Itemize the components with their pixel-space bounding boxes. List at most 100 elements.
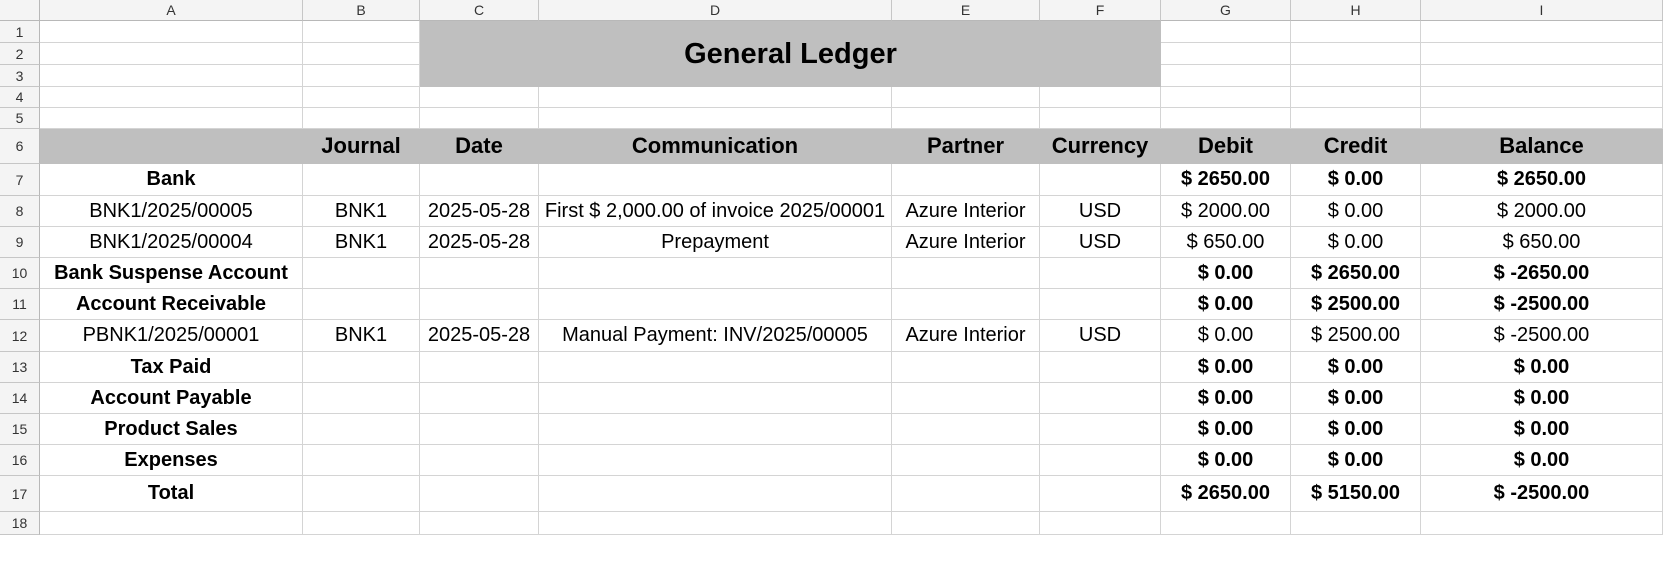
cell-g3[interactable] <box>1161 65 1291 87</box>
cell-i4[interactable] <box>1421 87 1663 108</box>
ledger-cell-a17[interactable]: Total <box>40 476 303 512</box>
header-balance[interactable]: Balance <box>1421 129 1663 164</box>
header-partner[interactable]: Partner <box>892 129 1040 164</box>
cell-g4[interactable] <box>1161 87 1291 108</box>
row-header-8[interactable]: 8 <box>0 196 40 227</box>
ledger-cell-i9[interactable]: $ 650.00 <box>1421 227 1663 258</box>
row-header-12[interactable]: 12 <box>0 320 40 352</box>
row-header-3[interactable]: 3 <box>0 65 40 87</box>
ledger-cell-g11[interactable]: $ 0.00 <box>1161 289 1291 320</box>
ledger-cell-b14[interactable] <box>303 383 420 414</box>
cell-b3[interactable] <box>303 65 420 87</box>
ledger-cell-i13[interactable]: $ 0.00 <box>1421 352 1663 383</box>
ledger-cell-a12[interactable]: PBNK1/2025/00001 <box>40 320 303 352</box>
column-header-d[interactable]: D <box>539 0 892 21</box>
row-header-4[interactable]: 4 <box>0 87 40 108</box>
ledger-cell-c7[interactable] <box>420 164 539 196</box>
ledger-cell-a10[interactable]: Bank Suspense Account <box>40 258 303 289</box>
cell-g5[interactable] <box>1161 108 1291 129</box>
cell-a5[interactable] <box>40 108 303 129</box>
row-header-6[interactable]: 6 <box>0 129 40 164</box>
ledger-cell-a16[interactable]: Expenses <box>40 445 303 476</box>
ledger-cell-d12[interactable]: Manual Payment: INV/2025/00005 <box>539 320 892 352</box>
ledger-cell-d13[interactable] <box>539 352 892 383</box>
ledger-cell-f13[interactable] <box>1040 352 1161 383</box>
ledger-cell-d17[interactable] <box>539 476 892 512</box>
cell-d18[interactable] <box>539 512 892 535</box>
ledger-cell-b9[interactable]: BNK1 <box>303 227 420 258</box>
ledger-cell-i12[interactable]: $ -2500.00 <box>1421 320 1663 352</box>
ledger-cell-f11[interactable] <box>1040 289 1161 320</box>
ledger-cell-d9[interactable]: Prepayment <box>539 227 892 258</box>
ledger-cell-c13[interactable] <box>420 352 539 383</box>
cell-c5[interactable] <box>420 108 539 129</box>
ledger-cell-i17[interactable]: $ -2500.00 <box>1421 476 1663 512</box>
ledger-cell-b17[interactable] <box>303 476 420 512</box>
ledger-cell-h8[interactable]: $ 0.00 <box>1291 196 1421 227</box>
ledger-cell-e12[interactable]: Azure Interior <box>892 320 1040 352</box>
column-header-g[interactable]: G <box>1161 0 1291 21</box>
ledger-cell-f10[interactable] <box>1040 258 1161 289</box>
ledger-cell-a11[interactable]: Account Receivable <box>40 289 303 320</box>
cell-h4[interactable] <box>1291 87 1421 108</box>
ledger-cell-g7[interactable]: $ 2650.00 <box>1161 164 1291 196</box>
cell-h1[interactable] <box>1291 21 1421 43</box>
ledger-cell-g12[interactable]: $ 0.00 <box>1161 320 1291 352</box>
ledger-cell-d7[interactable] <box>539 164 892 196</box>
ledger-cell-d10[interactable] <box>539 258 892 289</box>
ledger-cell-g14[interactable]: $ 0.00 <box>1161 383 1291 414</box>
ledger-cell-g16[interactable]: $ 0.00 <box>1161 445 1291 476</box>
header-credit[interactable]: Credit <box>1291 129 1421 164</box>
ledger-cell-h7[interactable]: $ 0.00 <box>1291 164 1421 196</box>
ledger-cell-g13[interactable]: $ 0.00 <box>1161 352 1291 383</box>
ledger-cell-h9[interactable]: $ 0.00 <box>1291 227 1421 258</box>
ledger-cell-e14[interactable] <box>892 383 1040 414</box>
ledger-cell-b16[interactable] <box>303 445 420 476</box>
ledger-cell-i16[interactable]: $ 0.00 <box>1421 445 1663 476</box>
cell-a18[interactable] <box>40 512 303 535</box>
column-header-b[interactable]: B <box>303 0 420 21</box>
cell-h2[interactable] <box>1291 43 1421 65</box>
ledger-cell-c16[interactable] <box>420 445 539 476</box>
column-header-i[interactable]: I <box>1421 0 1663 21</box>
row-header-15[interactable]: 15 <box>0 414 40 445</box>
ledger-cell-e15[interactable] <box>892 414 1040 445</box>
cell-i1[interactable] <box>1421 21 1663 43</box>
ledger-cell-d11[interactable] <box>539 289 892 320</box>
ledger-cell-f16[interactable] <box>1040 445 1161 476</box>
row-header-11[interactable]: 11 <box>0 289 40 320</box>
ledger-cell-i10[interactable]: $ -2650.00 <box>1421 258 1663 289</box>
cell-b18[interactable] <box>303 512 420 535</box>
header-communication[interactable]: Communication <box>539 129 892 164</box>
ledger-cell-b11[interactable] <box>303 289 420 320</box>
header-debit[interactable]: Debit <box>1161 129 1291 164</box>
ledger-cell-a9[interactable]: BNK1/2025/00004 <box>40 227 303 258</box>
ledger-cell-a7[interactable]: Bank <box>40 164 303 196</box>
ledger-cell-e9[interactable]: Azure Interior <box>892 227 1040 258</box>
header-date[interactable]: Date <box>420 129 539 164</box>
cell-b1[interactable] <box>303 21 420 43</box>
row-header-16[interactable]: 16 <box>0 445 40 476</box>
cell-a4[interactable] <box>40 87 303 108</box>
ledger-cell-g10[interactable]: $ 0.00 <box>1161 258 1291 289</box>
cell-e5[interactable] <box>892 108 1040 129</box>
cell-c18[interactable] <box>420 512 539 535</box>
cell-f4[interactable] <box>1040 87 1161 108</box>
row-header-10[interactable]: 10 <box>0 258 40 289</box>
ledger-cell-d15[interactable] <box>539 414 892 445</box>
cell-g1[interactable] <box>1161 21 1291 43</box>
column-header-h[interactable]: H <box>1291 0 1421 21</box>
cell-h3[interactable] <box>1291 65 1421 87</box>
ledger-cell-e8[interactable]: Azure Interior <box>892 196 1040 227</box>
ledger-cell-f12[interactable]: USD <box>1040 320 1161 352</box>
row-header-17[interactable]: 17 <box>0 476 40 512</box>
ledger-cell-d8[interactable]: First $ 2,000.00 of invoice 2025/00001 <box>539 196 892 227</box>
ledger-cell-b8[interactable]: BNK1 <box>303 196 420 227</box>
ledger-cell-d16[interactable] <box>539 445 892 476</box>
cell-a2[interactable] <box>40 43 303 65</box>
row-header-13[interactable]: 13 <box>0 352 40 383</box>
ledger-cell-c15[interactable] <box>420 414 539 445</box>
cell-a3[interactable] <box>40 65 303 87</box>
ledger-cell-f14[interactable] <box>1040 383 1161 414</box>
row-header-2[interactable]: 2 <box>0 43 40 65</box>
